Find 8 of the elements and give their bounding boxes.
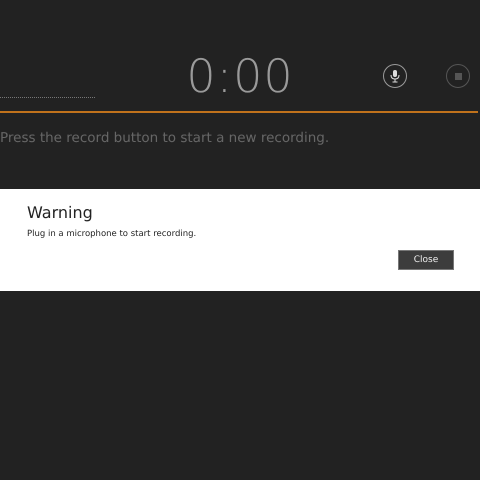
- close-button[interactable]: Close: [398, 250, 454, 270]
- dialog-message: Plug in a microphone to start recording.: [27, 229, 198, 239]
- microphone-icon: [389, 69, 401, 83]
- stop-icon: [454, 72, 462, 80]
- hint-text: Press the record button to start a new recording.: [0, 130, 330, 146]
- microphone-button[interactable]: [383, 64, 407, 88]
- timer: 0:00: [186, 48, 294, 104]
- dialog-title: Warning: [27, 203, 94, 222]
